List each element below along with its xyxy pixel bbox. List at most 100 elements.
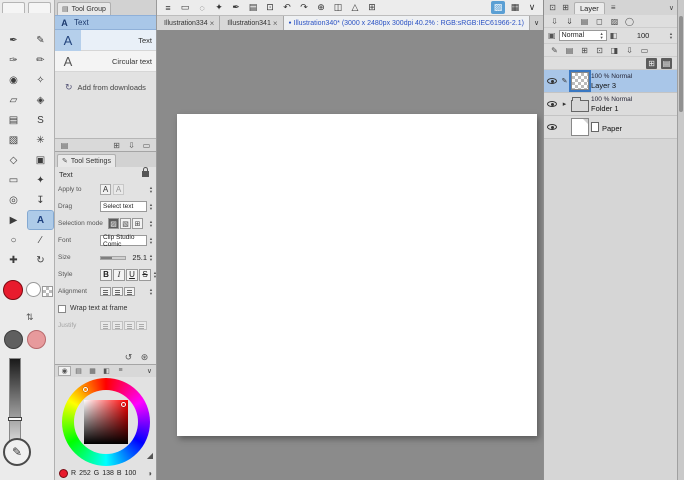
stepper-icon[interactable]: ▲ ▼ <box>149 185 153 194</box>
stepper-icon[interactable]: ▲ ▼ <box>149 219 153 228</box>
justify-even-icon[interactable] <box>136 321 147 330</box>
lock-layer-icon[interactable]: ◻ <box>594 16 605 27</box>
undo-icon[interactable]: ↶ <box>280 1 294 14</box>
pink-color-swatch[interactable] <box>27 330 46 349</box>
new-folder-icon[interactable]: ⊡ <box>594 45 605 56</box>
stepper-icon[interactable]: ▲ ▼ <box>600 31 604 40</box>
tool-group-selected-group[interactable]: A Text <box>55 15 156 30</box>
selection-new-icon[interactable]: ▨ <box>108 218 119 229</box>
rect-select-icon[interactable]: ▭ <box>178 1 192 14</box>
size-value[interactable]: 25.1 <box>132 253 147 262</box>
color-set-tab[interactable]: ▦ <box>87 367 98 375</box>
list-view-icon[interactable]: ⊞ <box>646 57 657 69</box>
stepper-icon[interactable]: ▲ ▼ <box>149 287 153 296</box>
bold-button[interactable]: B <box>100 268 112 281</box>
subtool-item[interactable]: A Text <box>55 29 156 51</box>
text-tool[interactable]: A <box>27 210 54 230</box>
document-tab[interactable]: Illustration334 × <box>157 16 221 30</box>
layer-row[interactable]: Paper <box>544 116 677 139</box>
pen-box-icon[interactable]: ✒ <box>229 1 243 14</box>
layer-tab[interactable]: Layer <box>574 1 605 14</box>
canvas[interactable] <box>177 114 537 436</box>
layer-color-icon[interactable]: ▤ <box>579 16 590 27</box>
thumbnail-view-icon[interactable]: ▤ <box>661 57 672 69</box>
opacity-value[interactable]: 100 <box>637 31 650 40</box>
layer-row[interactable]: ▸ 100 % Normal Folder 1 <box>544 93 677 116</box>
justify-right-icon[interactable] <box>124 321 135 330</box>
effect-tool[interactable]: ✳ <box>28 131 53 149</box>
pencil-tool[interactable]: ✎ <box>28 31 53 49</box>
import-subtool-icon[interactable]: ⇩ <box>126 140 137 151</box>
hue-cursor[interactable] <box>83 387 88 392</box>
subtool-view-icon[interactable]: ▤ <box>59 140 70 151</box>
workspace-active-icon[interactable]: ▨ <box>491 1 505 14</box>
enable-mask-icon[interactable]: ◯ <box>624 16 635 27</box>
redo-icon[interactable]: ↷ <box>297 1 311 14</box>
subtool-item[interactable]: A Circular text <box>55 51 156 72</box>
visibility-eye-icon[interactable] <box>547 124 557 130</box>
blend-tool[interactable]: ◈ <box>28 91 53 109</box>
close-tab-icon[interactable]: × <box>273 19 278 28</box>
pen-tool[interactable]: ✒ <box>1 31 26 49</box>
close-tab-icon[interactable]: × <box>210 19 215 28</box>
fill-box-icon[interactable]: ▤ <box>246 1 260 14</box>
gradient-tool[interactable]: ▧ <box>1 131 26 149</box>
align-right-icon[interactable] <box>124 287 135 296</box>
color-slider-tab[interactable]: ▤ <box>73 367 84 375</box>
saturation-value-square[interactable] <box>84 400 128 444</box>
transparent-color-swatch[interactable] <box>42 286 53 297</box>
italic-button[interactable]: I <box>113 268 125 281</box>
layer-mask-icon[interactable]: ◨ <box>609 45 620 56</box>
visibility-eye-icon[interactable] <box>547 101 557 107</box>
palette-dock-icon[interactable]: ⊡ <box>547 3 558 12</box>
apply-selected-text-icon[interactable]: A <box>113 184 124 195</box>
align-left-icon[interactable] <box>100 287 111 296</box>
layer-thumbnail[interactable] <box>571 118 589 136</box>
eraser-tool[interactable]: ▱ <box>1 91 26 109</box>
transfer-down-icon[interactable]: ⇩ <box>549 16 560 27</box>
swap-colors-icon[interactable]: ⇅ <box>26 312 34 323</box>
selection-remove-icon[interactable]: ⊞ <box>132 218 143 229</box>
figure-tool[interactable]: ◇ <box>1 151 26 169</box>
stepper-icon[interactable]: ▲ ▼ <box>149 202 153 211</box>
selection-add-icon[interactable]: ▧ <box>120 218 131 229</box>
airbrush-tool[interactable]: ◉ <box>1 71 26 89</box>
apply-new-text-icon[interactable]: A <box>100 184 111 195</box>
blend-mode-select[interactable]: Normal ▲ ▼ <box>558 30 607 41</box>
canvas-settings-icon[interactable]: ⊡ <box>263 1 277 14</box>
line-tool[interactable]: ∕ <box>28 231 53 249</box>
tool-settings-tab[interactable]: ✎ Tool Settings <box>57 154 116 167</box>
brush-tool[interactable]: ✑ <box>1 51 26 69</box>
add-from-downloads[interactable]: ↻ Add from downloads <box>55 82 156 93</box>
restore-defaults-icon[interactable]: ↺ <box>123 352 134 363</box>
layer-panel-menu-chevron[interactable]: ∨ <box>669 4 674 12</box>
auto-select-tool[interactable]: ✦ <box>28 171 53 189</box>
stepper-icon[interactable]: ▲ ▼ <box>669 31 673 40</box>
lock-transparent-icon[interactable]: ▨ <box>609 16 620 27</box>
fill-tool[interactable]: ▤ <box>1 111 26 129</box>
sv-cursor[interactable] <box>121 402 126 407</box>
main-menu-icon[interactable]: ≡ <box>161 1 175 14</box>
justify-left-icon[interactable] <box>100 321 111 330</box>
color-history-tab[interactable]: ≡ <box>115 367 126 375</box>
underline-button[interactable]: U <box>126 268 138 281</box>
font-select[interactable]: Clip Studio Comic <box>100 234 148 248</box>
document-tab[interactable]: Illustration341 × <box>220 16 284 30</box>
zoom-tool[interactable]: ◎ <box>1 191 26 209</box>
slider-handle[interactable] <box>8 417 22 421</box>
document-tab[interactable]: ● Illustration340* (3000 x 2480px 300dpi… <box>283 16 530 30</box>
marker-tool[interactable]: ✏ <box>28 51 53 69</box>
lock-icon[interactable] <box>142 167 149 177</box>
new-raster-layer-icon[interactable]: ▤ <box>564 45 575 56</box>
color-mode-icon[interactable]: ◑ <box>147 469 152 478</box>
quick-access-button[interactable]: ✎ <box>3 438 31 466</box>
tool-property-settings-icon[interactable]: ⊛ <box>139 352 150 363</box>
layer-menu-icon[interactable]: ≡ <box>608 3 619 12</box>
strikeout-button[interactable]: S <box>139 268 151 281</box>
decoration-tool[interactable]: ✧ <box>28 71 53 89</box>
tab-list-chevron[interactable]: ∨ <box>530 16 543 30</box>
rotate-tool[interactable]: ↻ <box>28 251 53 269</box>
resize-grip-icon[interactable]: ◢ <box>147 451 153 460</box>
panel-layout-icon[interactable]: ◫ <box>331 1 345 14</box>
tool-group-tab[interactable]: ▤ Tool Group <box>57 2 111 15</box>
